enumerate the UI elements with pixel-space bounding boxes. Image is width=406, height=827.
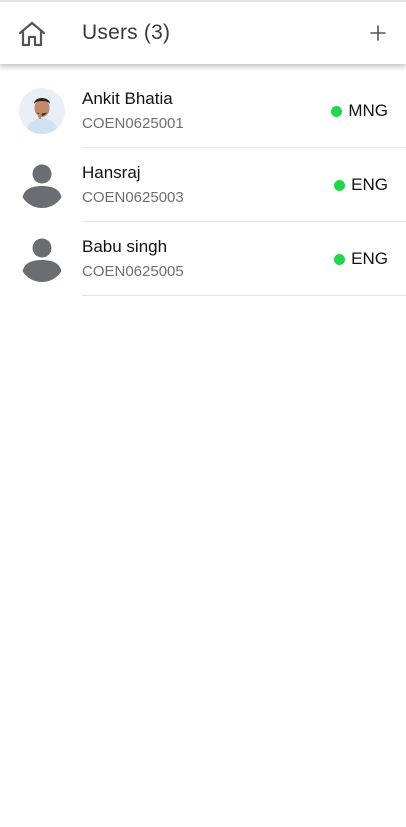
user-code: COEN0625005 — [82, 263, 184, 280]
avatar — [19, 236, 65, 282]
role-label: ENG — [351, 249, 388, 268]
role-label: ENG — [351, 175, 388, 194]
home-icon — [18, 21, 46, 47]
user-photo-icon — [19, 88, 65, 134]
user-name: Hansraj — [82, 163, 141, 182]
status-dot — [334, 179, 346, 191]
list-item[interactable]: Ankit Bhatia COEN0625001 MNG — [0, 74, 406, 148]
status-dot — [331, 105, 343, 117]
user-name: Ankit Bhatia — [82, 89, 173, 108]
role-badge: ENG — [334, 175, 388, 195]
list-item[interactable]: Hansraj COEN0625003 ENG — [0, 148, 406, 222]
divider — [82, 295, 406, 296]
person-icon — [22, 164, 62, 208]
user-code: COEN0625001 — [82, 115, 184, 132]
status-dot — [334, 253, 346, 265]
plus-icon — [370, 25, 386, 41]
user-name: Babu singh — [82, 237, 168, 256]
role-badge: MNG — [331, 101, 388, 121]
user-code: COEN0625003 — [82, 189, 184, 206]
app-header: Users (3) — [0, 2, 406, 64]
person-icon — [22, 238, 62, 282]
home-button[interactable] — [14, 17, 50, 51]
add-user-button[interactable] — [364, 18, 392, 48]
role-label: MNG — [348, 101, 388, 120]
avatar — [19, 162, 65, 208]
user-list: Ankit Bhatia COEN0625001 MNG Hansraj COE… — [0, 74, 406, 296]
list-item[interactable]: Babu singh COEN0625005 ENG — [0, 222, 406, 296]
role-badge: ENG — [334, 249, 388, 269]
page-title: Users (3) — [82, 21, 171, 44]
avatar — [19, 88, 65, 134]
